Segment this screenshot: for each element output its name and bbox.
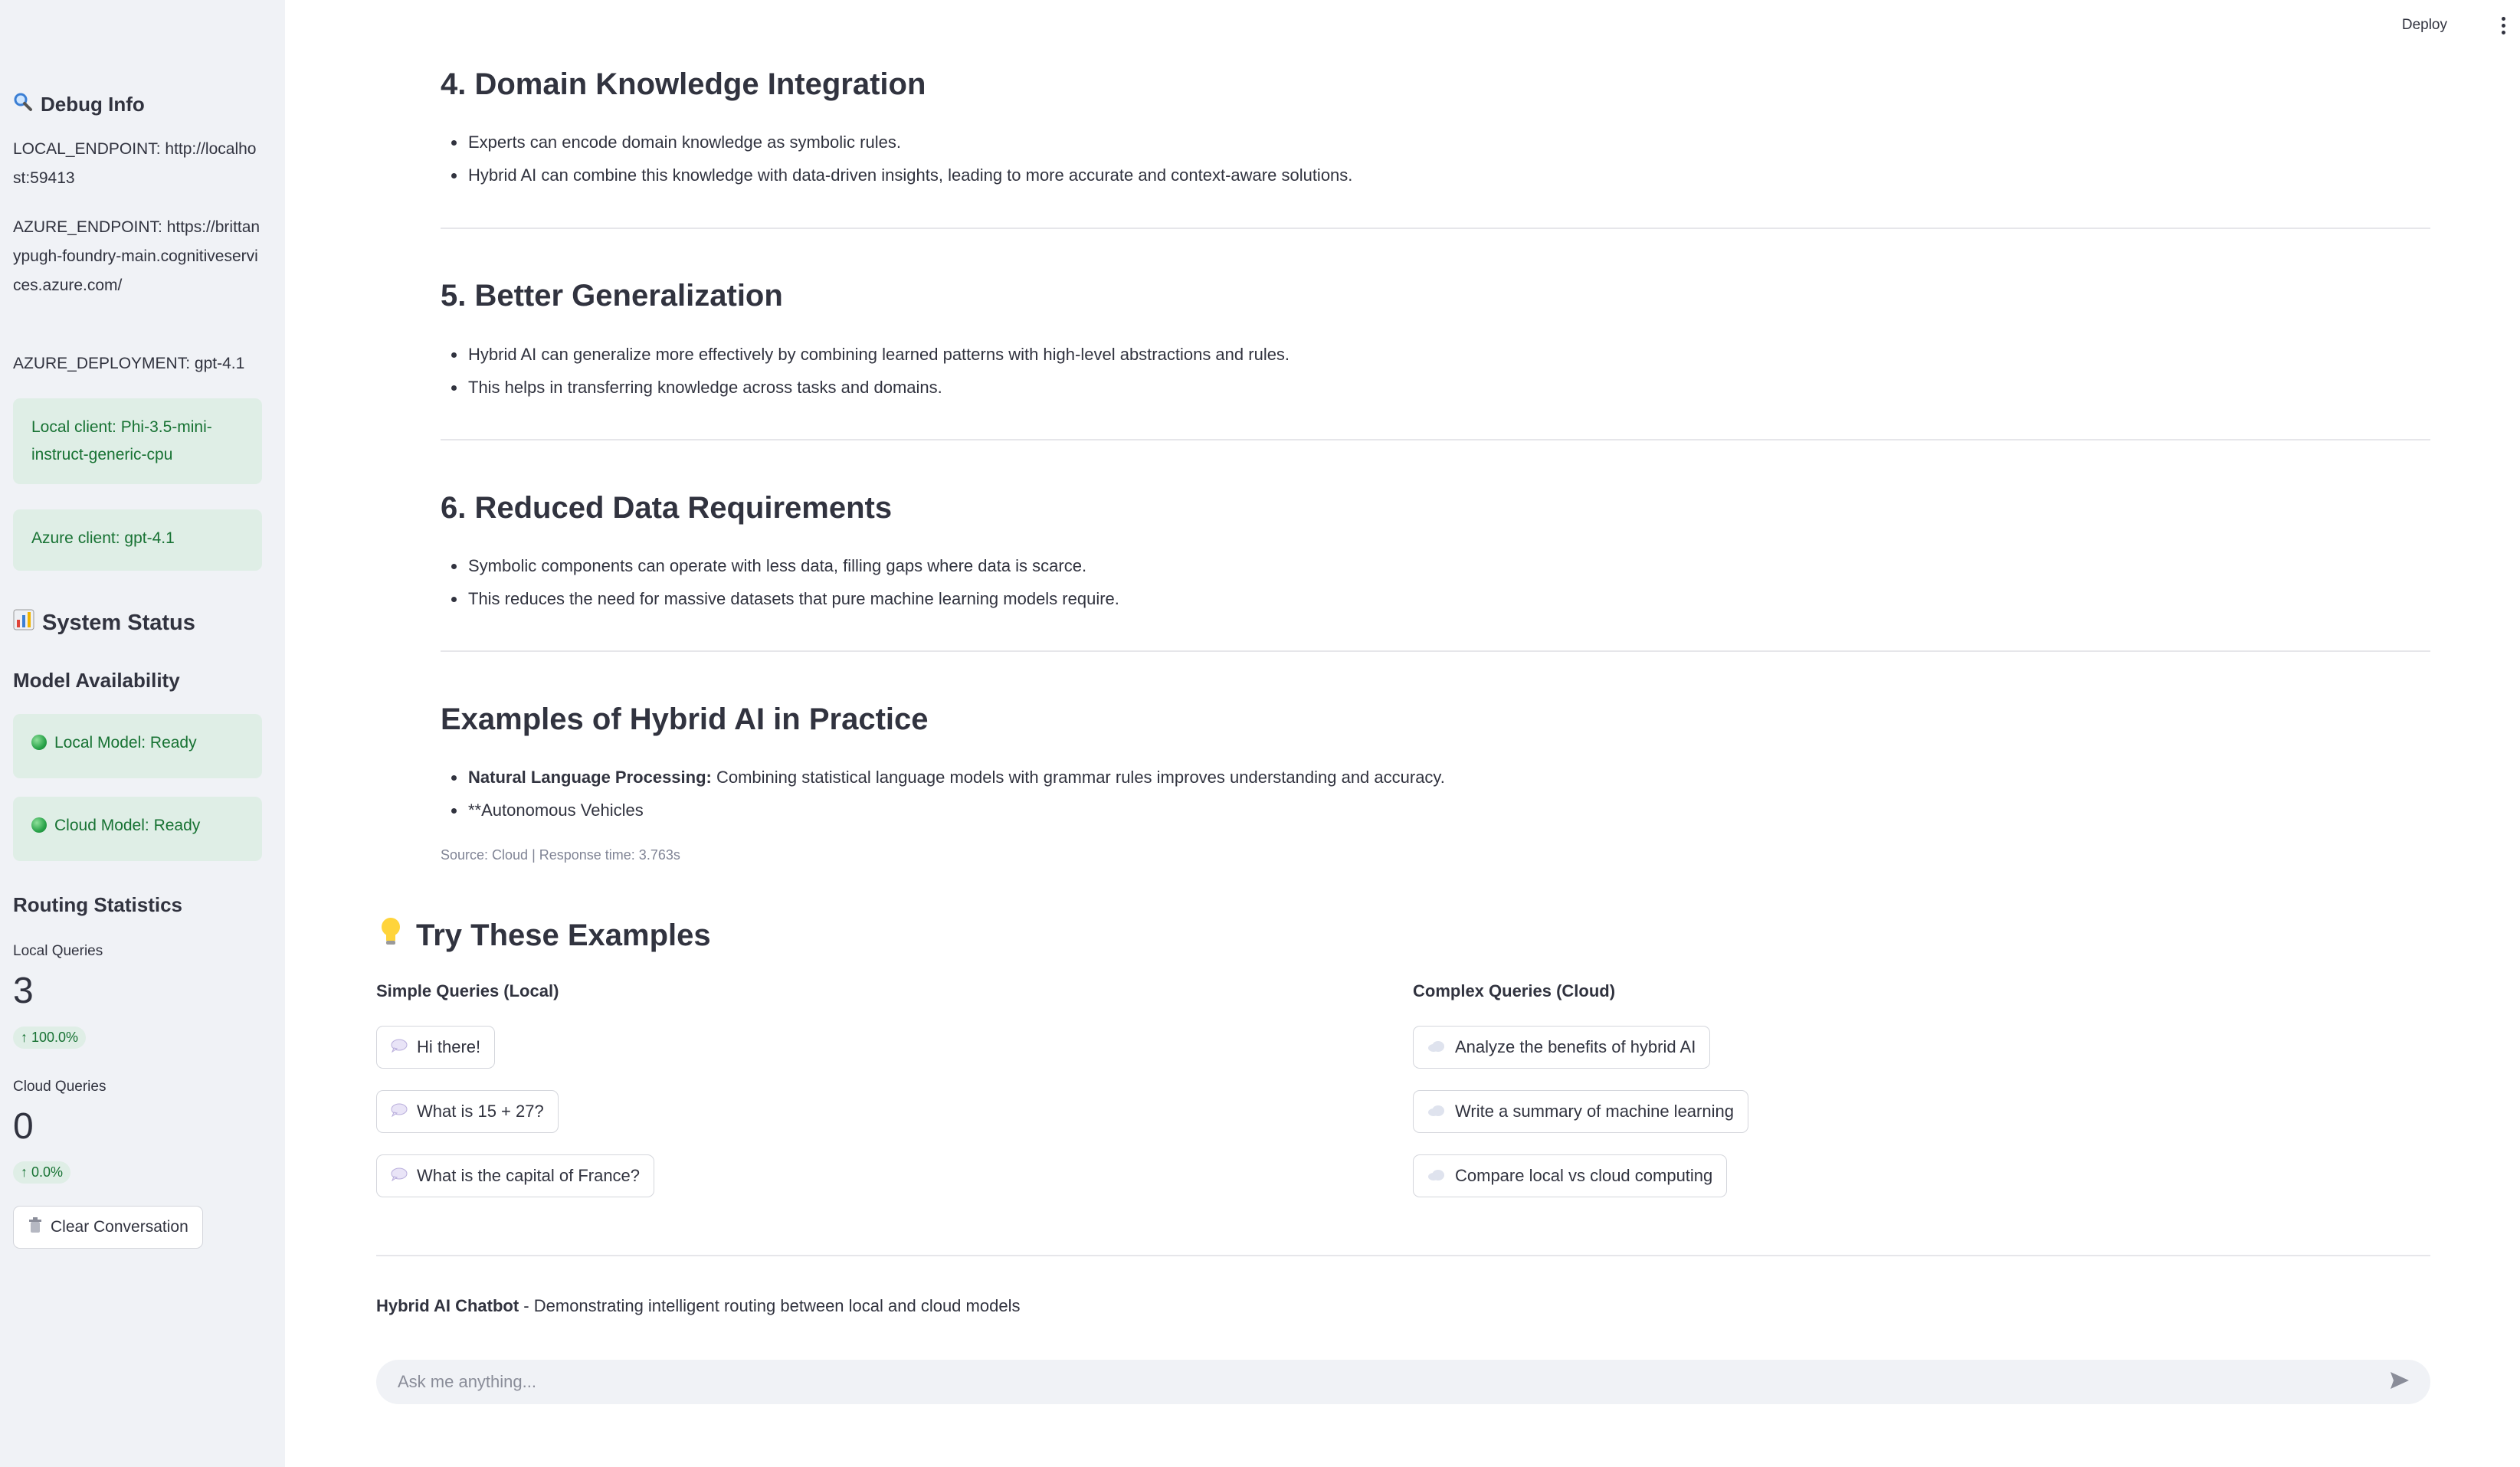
list-item-text: Combining statistical language models wi… xyxy=(711,768,1445,787)
divider xyxy=(441,650,2430,652)
examples-practice-list: Natural Language Processing: Combining s… xyxy=(441,761,2382,827)
cloud-model-status-label: Cloud Model: Ready xyxy=(54,817,201,834)
example-label: What is 15 + 27? xyxy=(417,1102,544,1121)
cloud-icon xyxy=(1427,1102,1446,1122)
cloud-queries-label: Cloud Queries xyxy=(13,1079,107,1095)
section-5-list: Hybrid AI can generalize more effectivel… xyxy=(441,338,2382,404)
send-icon[interactable] xyxy=(2389,1370,2410,1395)
example-button-simple-2[interactable]: What is 15 + 27? xyxy=(376,1090,559,1133)
example-button-complex-2[interactable]: Write a summary of machine learning xyxy=(1413,1090,1748,1133)
example-label: What is the capital of France? xyxy=(417,1166,641,1185)
list-item: This reduces the need for massive datase… xyxy=(467,582,2382,615)
azure-deployment-text: AZURE_DEPLOYMENT: gpt-4.1 xyxy=(13,355,245,372)
speech-bubble-icon xyxy=(391,1037,408,1057)
azure-client-alert: Azure client: gpt-4.1 xyxy=(13,509,262,571)
cloud-icon xyxy=(1427,1166,1446,1186)
example-button-simple-3[interactable]: What is the capital of France? xyxy=(376,1154,655,1197)
model-availability-title: Model Availability xyxy=(13,669,180,692)
example-label: Compare local vs cloud computing xyxy=(1455,1166,1713,1185)
cloud-queries-delta-value: 0.0% xyxy=(31,1164,64,1180)
green-circle-icon xyxy=(31,817,47,833)
example-button-simple-1[interactable]: Hi there! xyxy=(376,1026,496,1069)
divider xyxy=(441,228,2430,229)
try-examples-header: Try These Examples xyxy=(379,916,711,955)
speech-bubble-icon xyxy=(391,1102,408,1122)
example-button-complex-1[interactable]: Analyze the benefits of hybrid AI xyxy=(1413,1026,1711,1069)
chat-input-bar xyxy=(376,1360,2430,1404)
cloud-queries-value: 0 xyxy=(13,1106,34,1147)
deploy-button[interactable]: Deploy xyxy=(2402,17,2447,34)
example-label: Analyze the benefits of hybrid AI xyxy=(1455,1037,1696,1056)
magnifier-icon xyxy=(13,92,33,117)
local-endpoint-text: LOCAL_ENDPOINT: http://localhost:59413 xyxy=(13,140,257,187)
more-menu-icon[interactable] xyxy=(2502,17,2506,34)
example-label: Write a summary of machine learning xyxy=(1455,1102,1734,1121)
debug-info-header: Debug Info xyxy=(13,92,145,117)
list-item: **Autonomous Vehicles xyxy=(467,794,2382,827)
response-caption: Source: Cloud | Response time: 3.763s xyxy=(441,847,680,863)
trash-icon xyxy=(28,1216,43,1238)
divider xyxy=(376,1255,2430,1256)
section-6-list: Symbolic components can operate with les… xyxy=(441,549,2382,615)
example-button-complex-3[interactable]: Compare local vs cloud computing xyxy=(1413,1154,1728,1197)
list-item: Symbolic components can operate with les… xyxy=(467,549,2382,582)
list-item: Hybrid AI can combine this knowledge wit… xyxy=(467,159,2382,192)
speech-bubble-icon xyxy=(391,1166,408,1186)
local-queries-label: Local Queries xyxy=(13,943,103,959)
examples-practice-title: Examples of Hybrid AI in Practice xyxy=(441,702,929,736)
clear-conversation-button[interactable]: Clear Conversation xyxy=(13,1206,203,1249)
system-status-title: System Status xyxy=(42,610,195,635)
section-6-title: 6. Reduced Data Requirements xyxy=(441,491,893,525)
sidebar: Debug Info LOCAL_ENDPOINT: http://localh… xyxy=(0,0,285,1467)
cloud-queries-delta: ↑ 0.0% xyxy=(13,1161,71,1184)
local-queries-value: 3 xyxy=(13,971,34,1011)
list-item-bold: Natural Language Processing: xyxy=(468,768,712,787)
system-status-header: System Status xyxy=(13,609,195,637)
arrow-up-icon: ↑ xyxy=(21,1164,28,1180)
local-queries-delta-value: 100.0% xyxy=(31,1030,79,1045)
local-model-status-label: Local Model: Ready xyxy=(54,734,197,752)
section-5-title: 5. Better Generalization xyxy=(441,279,783,313)
try-examples-title: Try These Examples xyxy=(416,918,711,952)
footer-description: - Demonstrating intelligent routing betw… xyxy=(519,1296,1021,1315)
section-4-list: Experts can encode domain knowledge as s… xyxy=(441,126,2382,192)
simple-queries-title: Simple Queries (Local) xyxy=(376,981,559,1000)
local-queries-delta: ↑ 100.0% xyxy=(13,1027,87,1049)
cloud-icon xyxy=(1427,1037,1446,1057)
cloud-model-status: Cloud Model: Ready xyxy=(13,797,262,861)
complex-queries-title: Complex Queries (Cloud) xyxy=(1413,981,1616,1000)
routing-statistics-title: Routing Statistics xyxy=(13,893,183,916)
section-4-title: 4. Domain Knowledge Integration xyxy=(441,67,926,101)
azure-endpoint-text: AZURE_ENDPOINT: https://brittanypugh-fou… xyxy=(13,218,261,294)
green-circle-icon xyxy=(31,735,47,750)
local-model-status: Local Model: Ready xyxy=(13,714,262,778)
local-client-alert: Local client: Phi-3.5-mini-instruct-gene… xyxy=(13,398,262,484)
arrow-up-icon: ↑ xyxy=(21,1030,28,1045)
footer-app-name: Hybrid AI Chatbot xyxy=(376,1296,519,1315)
example-label: Hi there! xyxy=(417,1037,481,1056)
debug-info-title: Debug Info xyxy=(41,93,145,116)
clear-conversation-label: Clear Conversation xyxy=(51,1218,188,1236)
list-item: Hybrid AI can generalize more effectivel… xyxy=(467,338,2382,371)
list-item: This helps in transferring knowledge acr… xyxy=(467,371,2382,404)
list-item: Natural Language Processing: Combining s… xyxy=(467,761,2382,794)
footer-text: Hybrid AI Chatbot - Demonstrating intell… xyxy=(376,1296,1020,1316)
bar-chart-icon xyxy=(13,609,34,637)
lightbulb-icon xyxy=(379,916,402,955)
list-item: Experts can encode domain knowledge as s… xyxy=(467,126,2382,159)
divider xyxy=(441,439,2430,440)
chat-input[interactable] xyxy=(396,1371,2389,1393)
